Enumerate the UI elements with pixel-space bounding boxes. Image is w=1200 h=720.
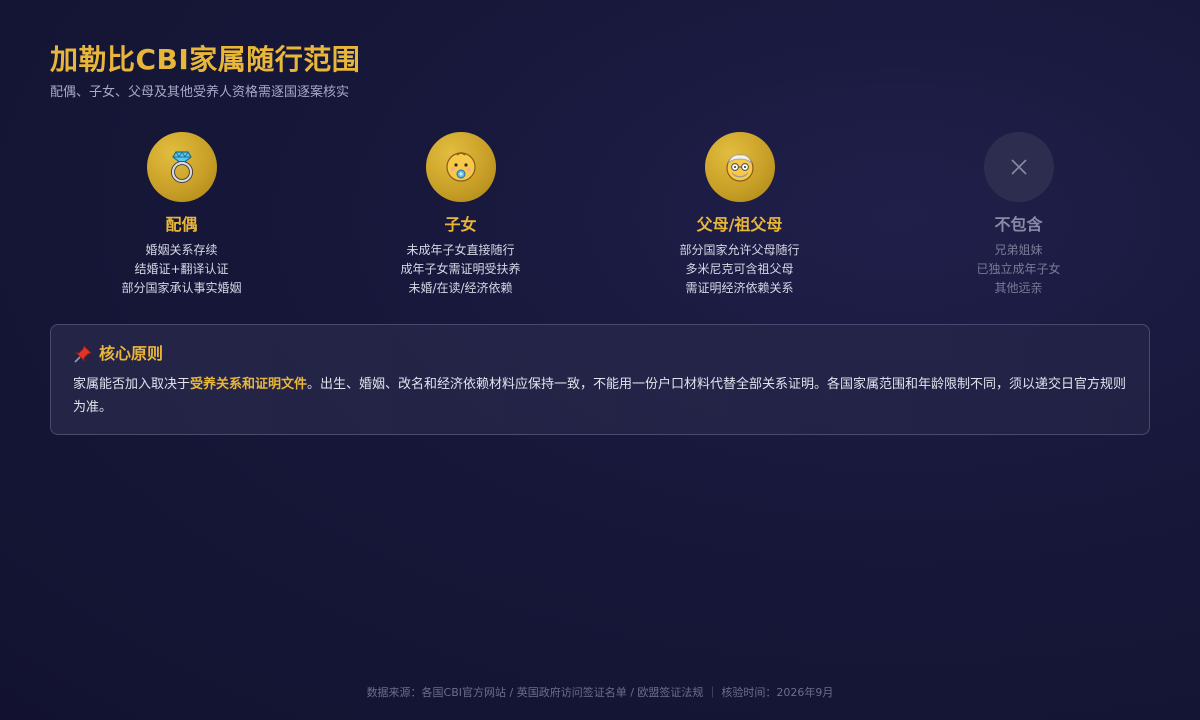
source-footer: 数据来源：各国CBI官方网站 / 英国政府访问签证名单 / 欧盟签证法规 ｜ 核… [366,686,834,699]
detail-line: 已独立成年子女 [976,262,1061,276]
category-excluded-badge [983,132,1054,202]
detail-line: 部分国家承认事实婚姻 [121,281,242,295]
core-principle-card: 核心原则 家属能否加入取决于受养关系和证明文件。出生、婚姻、改名和经济依赖材料应… [50,324,1150,435]
baby-icon [445,152,476,182]
core-principle-text: 家属能否加入取决于受养关系和证明文件。出生、婚姻、改名和经济依赖材料应保持一致，… [73,373,1127,419]
category-children-title: 子女 [444,215,477,234]
detail-line: 婚姻关系存续 [145,243,218,257]
category-parents-title: 父母/祖父母 [696,215,783,234]
category-spouse: 配偶 婚姻关系存续 结婚证+翻译认证 部分国家承认事实婚姻 [42,132,321,298]
category-parents-badge [704,132,775,202]
category-excluded: 不包含 兄弟姐妹 已独立成年子女 其他远亲 [879,132,1158,298]
pushpin-icon [74,345,92,363]
category-parents-details: 部分国家允许父母随行 多米尼克可含祖父母 需证明经济依赖关系 [679,241,799,298]
detail-line: 成年子女需证明受扶养 [400,262,521,276]
category-spouse-title: 配偶 [165,215,198,234]
page-title: 加勒比CBI家属随行范围 [50,43,361,76]
detail-line: 未成年子女直接随行 [406,243,515,257]
detail-line: 兄弟姐妹 [994,243,1043,257]
detail-line: 未婚/在读/经济依赖 [408,281,513,295]
close-icon [1010,159,1027,175]
detail-line: 需证明经济依赖关系 [685,281,794,295]
category-children-details: 未成年子女直接随行 成年子女需证明受扶养 未婚/在读/经济依赖 [400,241,520,298]
category-row: 配偶 婚姻关系存续 结婚证+翻译认证 部分国家承认事实婚姻 子女 未成年子女直接… [42,132,1158,298]
detail-line: 其他远亲 [994,281,1043,295]
core-principle-title: 核心原则 [99,344,164,363]
category-children: 子女 未成年子女直接随行 成年子女需证明受扶养 未婚/在读/经济依赖 [321,132,600,298]
category-excluded-title: 不包含 [994,215,1043,234]
principle-highlight: 受养关系和证明文件 [190,377,308,392]
principle-text-lead: 家属能否加入取决于 [73,377,191,392]
category-parents: 父母/祖父母 部分国家允许父母随行 多米尼克可含祖父母 需证明经济依赖关系 [600,132,879,298]
category-excluded-details: 兄弟姐妹 已独立成年子女 其他远亲 [976,241,1060,298]
page-subtitle: 配偶、子女、父母及其他受养人资格需逐国逐案核实 [50,85,350,100]
header: 加勒比CBI家属随行范围 配偶、子女、父母及其他受养人资格需逐国逐案核实 [50,42,360,102]
detail-line: 结婚证+翻译认证 [134,262,229,276]
old-man-icon [725,154,754,182]
category-spouse-badge [146,132,217,202]
category-children-badge [425,132,496,202]
detail-line: 部分国家允许父母随行 [679,243,800,257]
detail-line: 多米尼克可含祖父母 [685,262,794,276]
core-principle-header: 核心原则 [73,343,1127,365]
ring-icon [170,151,193,183]
category-spouse-details: 婚姻关系存续 结婚证+翻译认证 部分国家承认事实婚姻 [121,241,241,298]
